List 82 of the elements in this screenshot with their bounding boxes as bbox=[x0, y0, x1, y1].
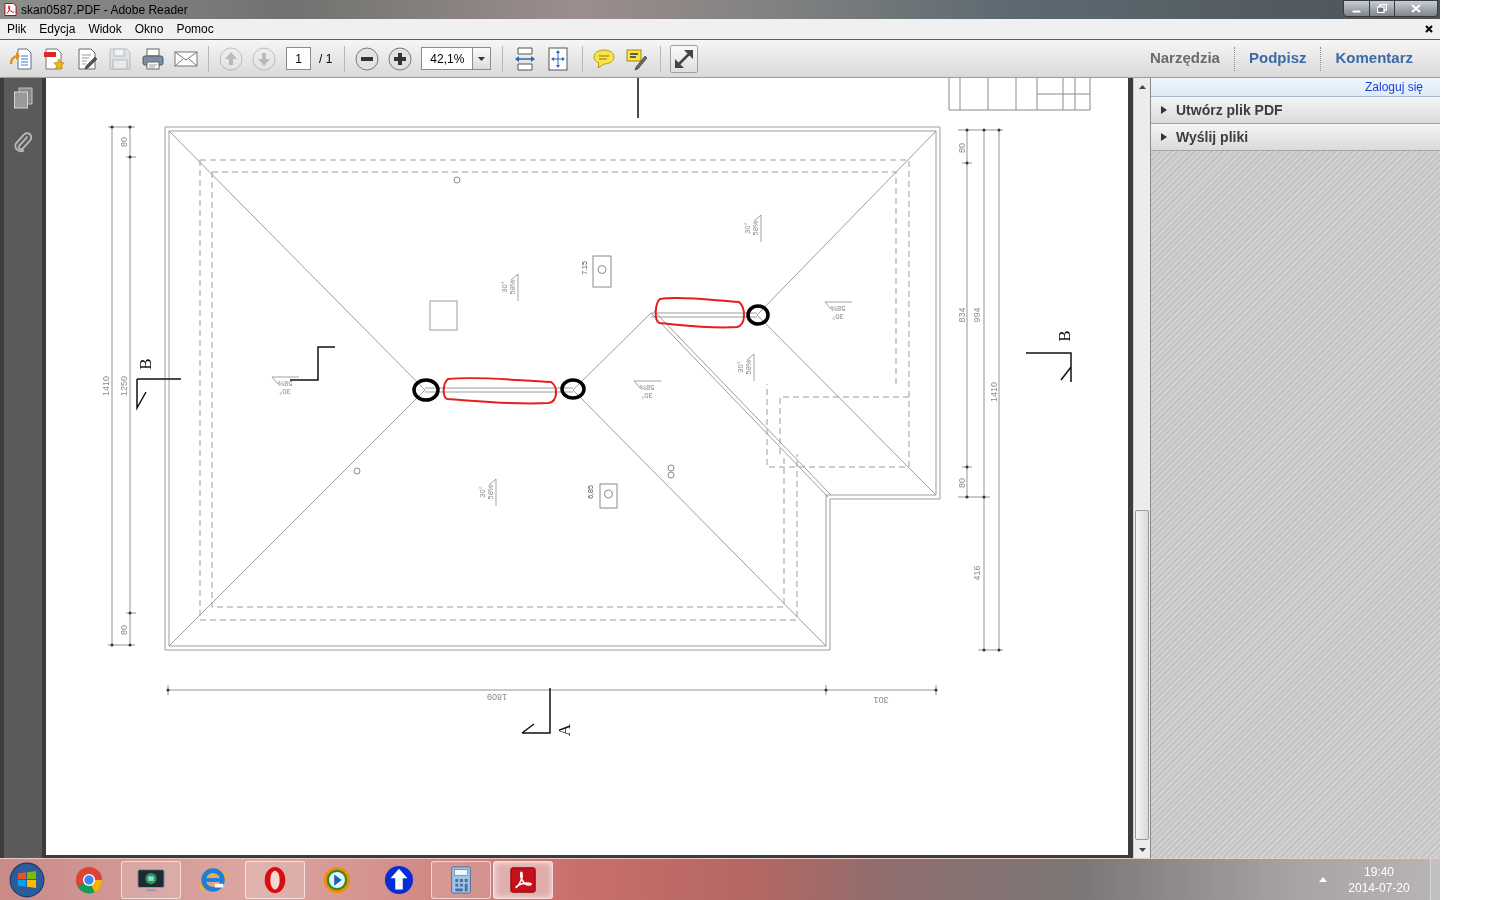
dimension-label: 80 bbox=[119, 625, 129, 635]
windows-logo-icon bbox=[9, 861, 45, 898]
dimension-label: 80 bbox=[957, 143, 967, 153]
close-icon bbox=[1411, 4, 1421, 13]
dimension-label: 1809 bbox=[487, 692, 507, 702]
caret-up-icon bbox=[1138, 84, 1146, 89]
menu-item[interactable]: Okno bbox=[128, 20, 170, 38]
document-pen-icon bbox=[75, 46, 99, 71]
close-icon bbox=[1424, 25, 1433, 33]
section-marker bbox=[1025, 352, 1072, 383]
section-marker bbox=[136, 378, 182, 411]
dimension-label: 416 bbox=[972, 565, 982, 581]
section-label: B bbox=[135, 358, 155, 370]
close-document-button[interactable] bbox=[1424, 24, 1433, 34]
caret-down-icon bbox=[478, 56, 486, 61]
zoom-in-button[interactable] bbox=[386, 44, 415, 73]
menu-item[interactable]: Edycja bbox=[33, 20, 82, 38]
dimension-label: 1250 bbox=[119, 376, 129, 396]
menu-item[interactable]: Widok bbox=[82, 20, 128, 38]
fit-page-icon bbox=[546, 46, 571, 71]
pdf-file-icon bbox=[4, 2, 17, 17]
scrollbar[interactable] bbox=[1133, 78, 1150, 858]
caret-down-icon bbox=[1138, 847, 1146, 852]
caret-up-icon bbox=[1319, 877, 1327, 882]
section-marker bbox=[521, 687, 551, 734]
dimension-label: 994 bbox=[972, 307, 982, 323]
chimney-symbol bbox=[592, 255, 612, 288]
dimension-label: 301 bbox=[873, 695, 889, 705]
panel-section-button[interactable]: Utwórz plik PDF bbox=[1151, 97, 1440, 124]
panel-tab[interactable]: Podpisz bbox=[1233, 46, 1321, 71]
restore-button[interactable] bbox=[1370, 0, 1395, 17]
printer-icon bbox=[141, 46, 165, 71]
chimney-symbol bbox=[599, 483, 618, 509]
menu-item[interactable]: Plik bbox=[1, 20, 33, 38]
speech-bubble-icon bbox=[592, 46, 617, 71]
section-label: B bbox=[1054, 330, 1074, 342]
dimension-label: 80 bbox=[119, 137, 129, 147]
restore-icon bbox=[1377, 4, 1387, 13]
section-cut-line bbox=[289, 346, 336, 381]
page-number-field[interactable]: 1 bbox=[286, 47, 311, 70]
dimension-label: 1410 bbox=[989, 382, 999, 402]
attachments-button[interactable] bbox=[12, 130, 34, 153]
vent-symbol bbox=[353, 467, 361, 475]
full-screen-button[interactable] bbox=[670, 44, 699, 73]
minimize-icon bbox=[1352, 9, 1361, 13]
play-circle-icon bbox=[322, 864, 352, 895]
scrollbar-thumb[interactable] bbox=[1135, 510, 1149, 840]
zoom-field[interactable]: 42,1% bbox=[421, 47, 474, 70]
document-star-icon bbox=[42, 46, 66, 71]
start-button[interactable] bbox=[8, 860, 46, 899]
dimension-label: 834 bbox=[957, 307, 967, 323]
close-window-button[interactable] bbox=[1395, 0, 1438, 17]
plus-icon bbox=[388, 46, 413, 71]
highlighter-icon bbox=[625, 46, 650, 71]
page-count: / 1 bbox=[319, 50, 333, 68]
sign-in-link[interactable]: Zaloguj się bbox=[1364, 78, 1423, 96]
minimize-button[interactable] bbox=[1343, 0, 1370, 17]
panel-tab[interactable]: Narzędzia bbox=[1135, 46, 1234, 71]
arrow-up-icon bbox=[219, 46, 243, 71]
zoom-dropdown-button[interactable] bbox=[473, 47, 492, 70]
swirl-tile-icon bbox=[508, 864, 538, 895]
pages-icon bbox=[13, 86, 33, 109]
panel-section-button[interactable]: Wyślij pliki bbox=[1151, 124, 1440, 151]
arrow-down-icon bbox=[252, 46, 276, 71]
section-marker bbox=[637, 78, 639, 119]
pages-button[interactable] bbox=[12, 86, 34, 109]
vent-symbol bbox=[453, 176, 461, 184]
dimension-label: 1410 bbox=[101, 376, 111, 396]
menu-item[interactable]: Pomoc bbox=[170, 20, 220, 38]
skylight-symbol bbox=[429, 300, 458, 331]
arrow-up-circle-icon bbox=[384, 864, 414, 895]
taskbar-button[interactable] bbox=[121, 860, 181, 899]
taskbar-button[interactable] bbox=[493, 860, 553, 899]
document-arrow-icon bbox=[9, 46, 33, 71]
zoom-out-button[interactable] bbox=[353, 44, 382, 73]
section-label: A bbox=[554, 723, 574, 737]
segmented-circle-icon bbox=[74, 864, 104, 895]
dimension-label: 80 bbox=[957, 478, 967, 488]
panel-tab[interactable]: Komentarz bbox=[1320, 46, 1427, 71]
window-title: skan0587.PDF - Adobe Reader bbox=[21, 3, 188, 16]
minus-icon bbox=[355, 46, 380, 71]
paperclip-icon bbox=[13, 130, 33, 153]
